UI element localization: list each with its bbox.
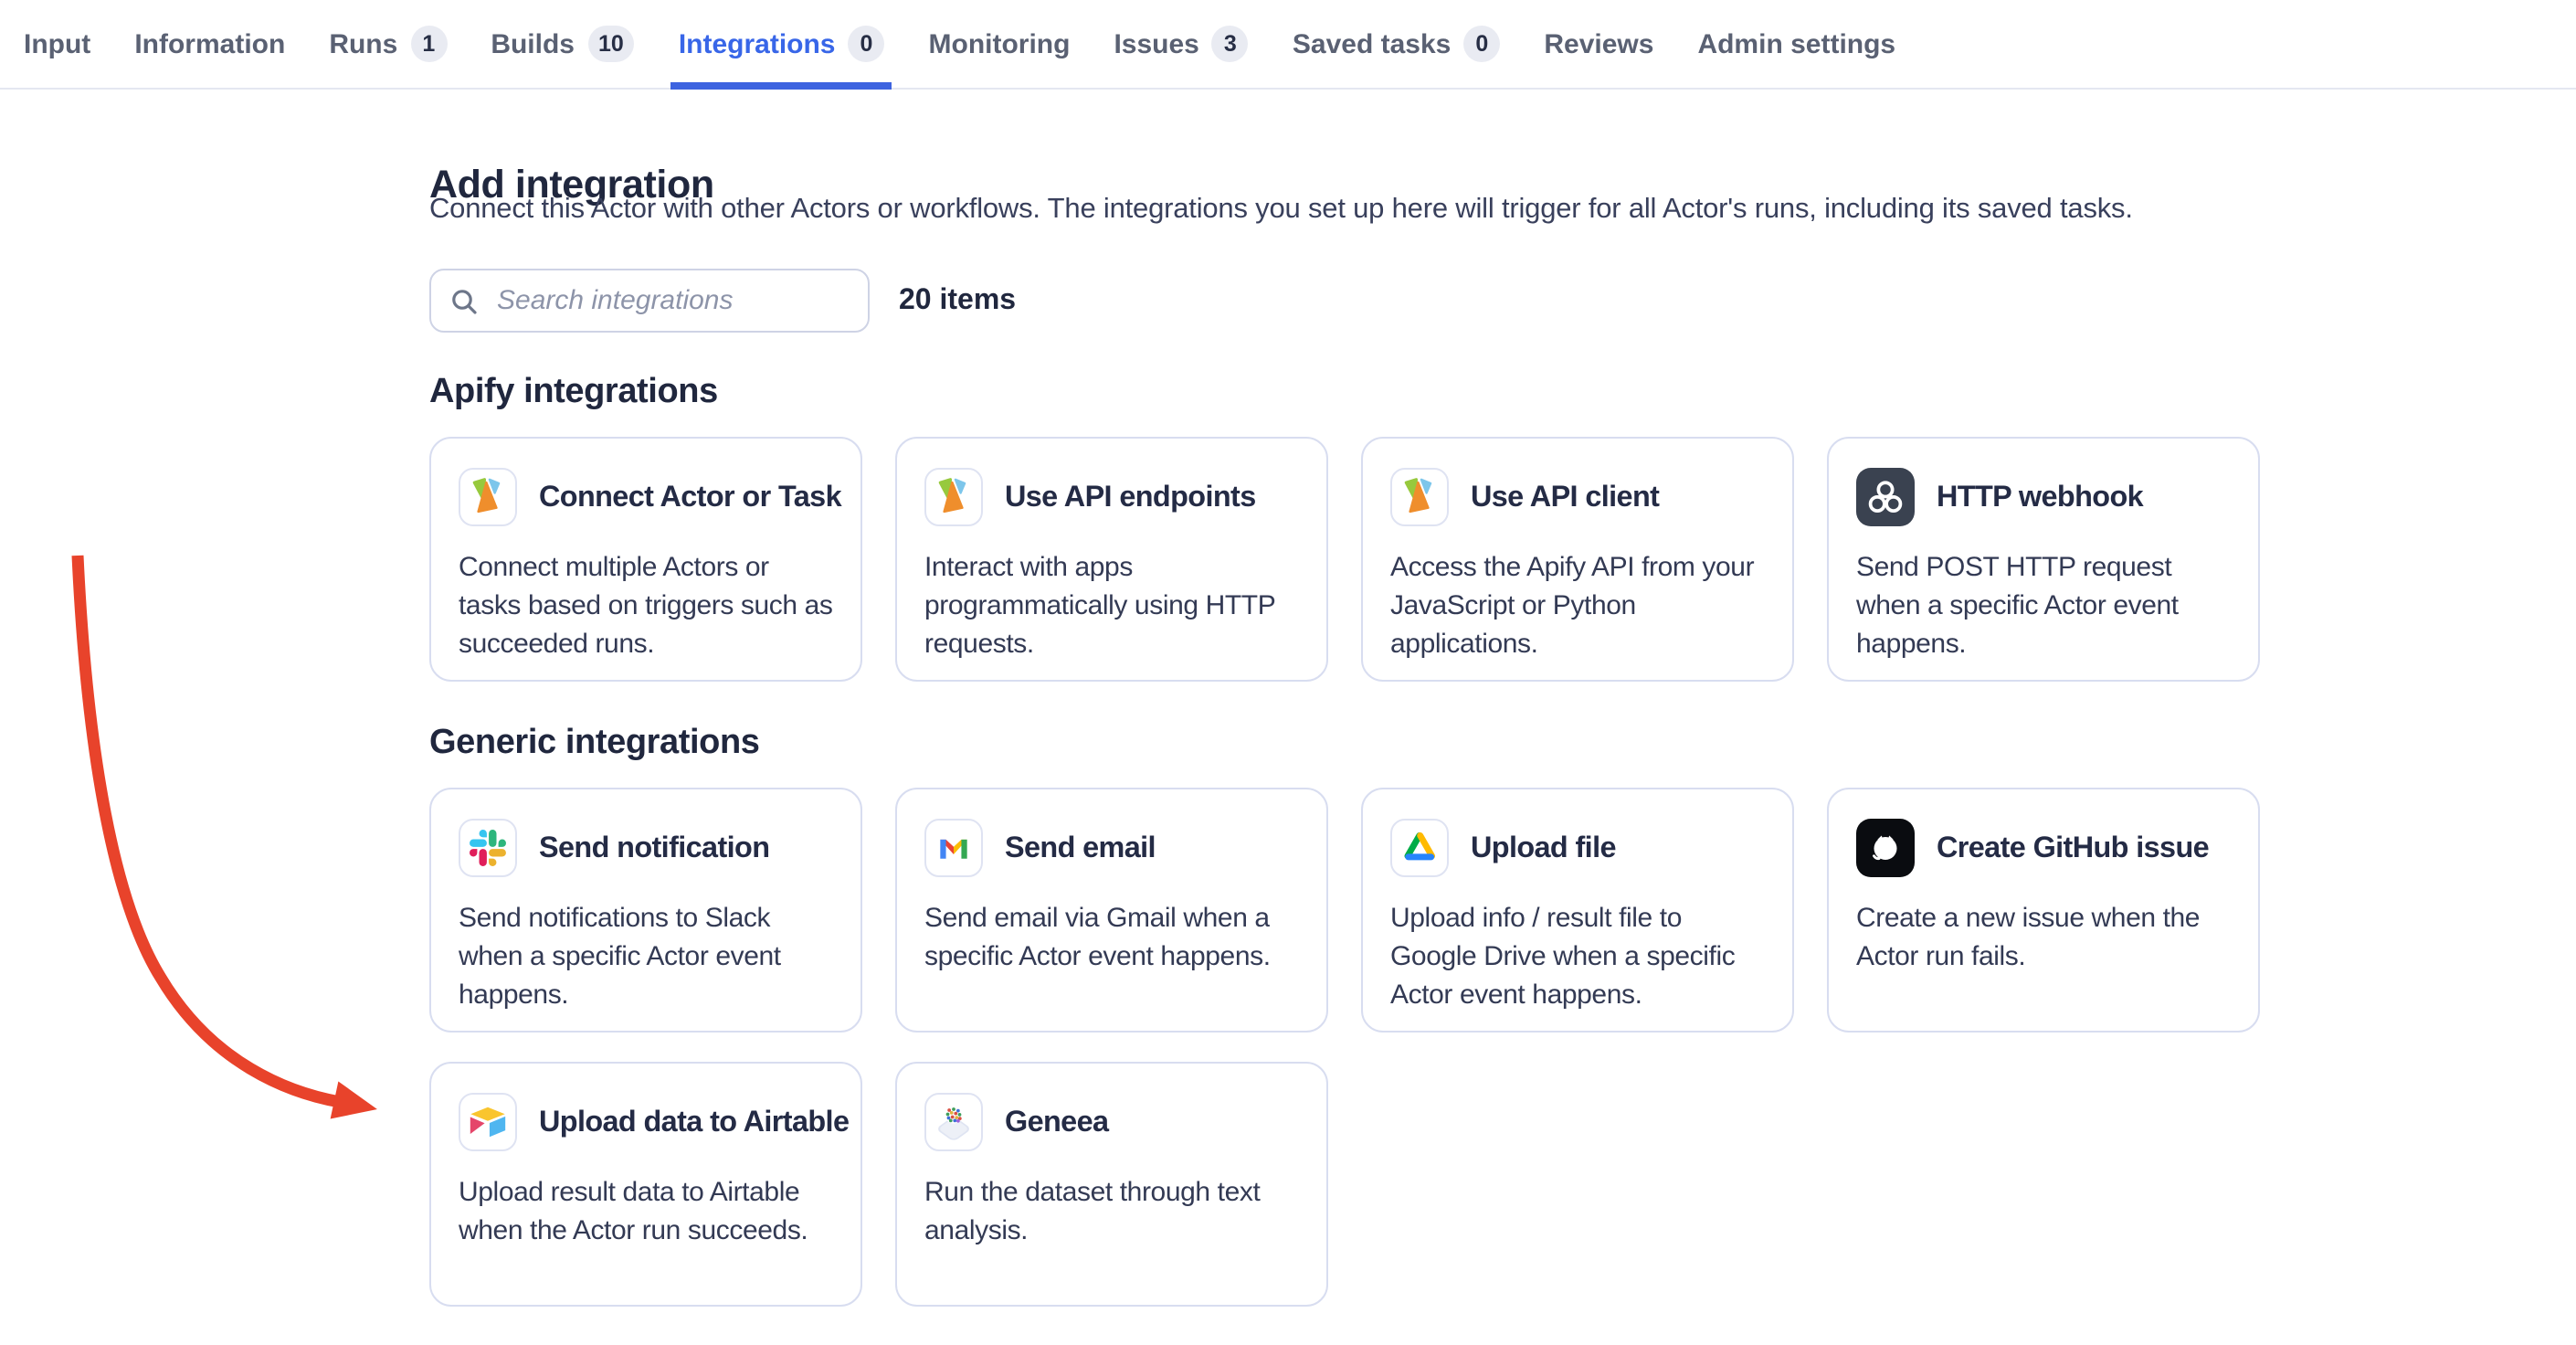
google-drive-icon [1390, 819, 1449, 877]
card-create-github-issue[interactable]: Create GitHub issue Create a new issue w… [1827, 788, 2260, 1033]
card-title: Connect Actor or Task [539, 480, 841, 514]
tab-reviews[interactable]: Reviews [1544, 0, 1653, 88]
card-send-email[interactable]: Send email Send email via Gmail when a s… [895, 788, 1328, 1033]
card-geneea[interactable]: Geneea Run the dataset through text anal… [895, 1062, 1328, 1307]
tab-label: Monitoring [929, 28, 1071, 59]
tab-information[interactable]: Information [134, 0, 285, 88]
card-upload-file[interactable]: Upload file Upload info / result file to… [1361, 788, 1794, 1033]
card-title: Send email [1005, 831, 1156, 865]
card-description: Upload info / result file to Google Driv… [1390, 899, 1765, 1014]
tab-builds[interactable]: Builds 10 [491, 0, 635, 88]
apify-icon [459, 468, 517, 526]
tab-saved-tasks[interactable]: Saved tasks 0 [1293, 0, 1500, 88]
card-description: Access the Apify API from your JavaScrip… [1390, 548, 1765, 663]
integrations-page: Input Information Runs 1 Builds 10 Integra… [0, 0, 2576, 1345]
card-description: Send notifications to Slack when a speci… [459, 899, 833, 1014]
tab-input[interactable]: Input [24, 0, 90, 88]
card-use-api-endpoints[interactable]: Use API endpoints Interact with apps pro… [895, 437, 1328, 682]
apify-icon [924, 468, 983, 526]
card-use-api-client[interactable]: Use API client Access the Apify API from… [1361, 437, 1794, 682]
tab-admin-settings[interactable]: Admin settings [1697, 0, 1895, 88]
github-icon [1856, 819, 1915, 877]
tab-runs[interactable]: Runs 1 [329, 0, 447, 88]
tab-label: Builds [491, 28, 575, 59]
search-icon [449, 286, 479, 315]
card-description: Send email via Gmail when a specific Act… [924, 899, 1299, 976]
tab-monitoring[interactable]: Monitoring [929, 0, 1071, 88]
tab-label: Issues [1114, 28, 1198, 59]
card-title: Use API endpoints [1005, 480, 1256, 514]
card-http-webhook[interactable]: HTTP webhook Send POST HTTP request when… [1827, 437, 2260, 682]
webhook-icon [1856, 468, 1915, 526]
page-description: Connect this Actor with other Actors or … [429, 194, 2133, 227]
card-description: Interact with apps programmatically usin… [924, 548, 1299, 663]
card-title: HTTP webhook [1937, 480, 2143, 514]
tab-label: Input [24, 28, 90, 59]
apify-icon [1390, 468, 1449, 526]
builds-count-badge: 10 [587, 26, 635, 62]
tab-label: Integrations [679, 28, 836, 59]
card-description: Upload result data to Airtable when the … [459, 1173, 833, 1250]
tab-integrations[interactable]: Integrations 0 [679, 0, 885, 88]
section-title-apify: Apify integrations [429, 373, 718, 413]
runs-count-badge: 1 [410, 26, 447, 62]
card-description: Connect multiple Actors or tasks based o… [459, 548, 833, 663]
integrations-count-badge: 0 [849, 26, 885, 62]
card-title: Send notification [539, 831, 769, 865]
tab-label: Admin settings [1697, 28, 1895, 59]
card-title: Use API client [1471, 480, 1659, 514]
actor-tab-bar: Input Information Runs 1 Builds 10 Integra… [0, 0, 2576, 90]
issues-count-badge: 3 [1212, 26, 1249, 62]
airtable-icon [459, 1093, 517, 1151]
card-send-notification[interactable]: Send notification Send notifications to … [429, 788, 862, 1033]
card-title: Upload file [1471, 831, 1616, 865]
card-description: Send POST HTTP request when a specific A… [1856, 548, 2231, 663]
tab-label: Information [134, 28, 285, 59]
search-box [429, 269, 870, 333]
slack-icon [459, 819, 517, 877]
tab-label: Reviews [1544, 28, 1653, 59]
card-description: Create a new issue when the Actor run fa… [1856, 899, 2231, 976]
card-upload-data-to-airtable[interactable]: Upload data to Airtable Upload result da… [429, 1062, 862, 1307]
card-title: Create GitHub issue [1937, 831, 2209, 865]
items-count: 20 items [899, 285, 1016, 318]
gmail-icon [924, 819, 983, 877]
geneea-icon [924, 1093, 983, 1151]
red-arrow-annotation [37, 530, 457, 1160]
card-connect-actor-or-task[interactable]: Connect Actor or Task Connect multiple A… [429, 437, 862, 682]
card-description: Run the dataset through text analysis. [924, 1173, 1299, 1250]
card-title: Upload data to Airtable [539, 1105, 849, 1139]
card-title: Geneea [1005, 1105, 1108, 1139]
search-input[interactable] [493, 283, 868, 318]
tab-issues[interactable]: Issues 3 [1114, 0, 1248, 88]
section-title-generic: Generic integrations [429, 724, 760, 764]
tab-label: Runs [329, 28, 397, 59]
tab-label: Saved tasks [1293, 28, 1451, 59]
saved-tasks-count-badge: 0 [1463, 26, 1500, 62]
